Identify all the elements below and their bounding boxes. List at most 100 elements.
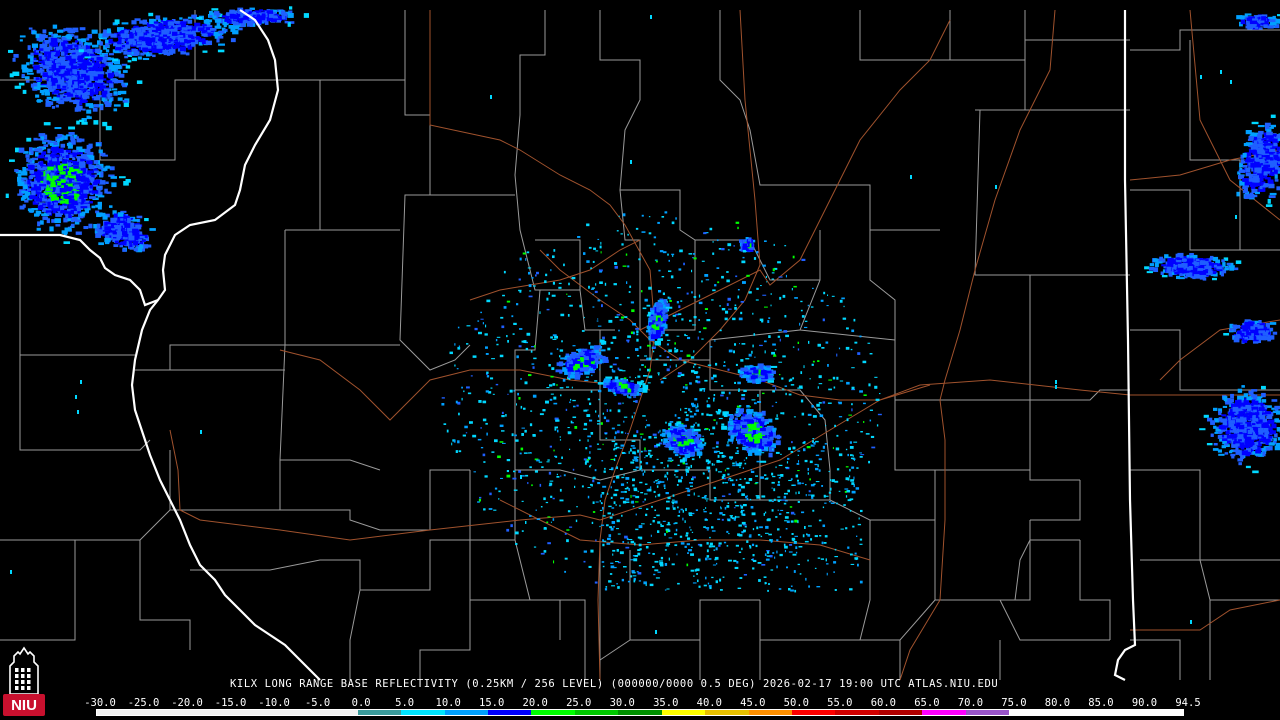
radar-echo-pixel	[37, 221, 41, 227]
radar-echo-pixel	[68, 79, 73, 85]
radar-echo-pixel	[28, 210, 35, 213]
radar-echo-pixel	[101, 85, 106, 89]
radar-echo-pixel	[180, 51, 187, 55]
radar-echo-pixel	[794, 535, 799, 537]
radar-echo-pixel	[112, 88, 118, 91]
radar-echo-pixel	[1222, 438, 1228, 442]
radar-echo-pixel	[704, 379, 708, 382]
radar-echo-pixel	[654, 259, 658, 261]
radar-echo-pixel	[124, 30, 129, 34]
radar-echo-pixel	[112, 230, 117, 235]
radar-echo-pixel	[62, 85, 67, 88]
radar-echo-pixel	[53, 33, 58, 37]
radar-echo-pixel	[104, 226, 112, 231]
radar-echo-pixel	[597, 318, 599, 320]
radar-echo-pixel	[600, 251, 602, 254]
radar-echo-pixel	[807, 467, 810, 471]
radar-echo-pixel	[145, 39, 150, 44]
radar-echo-pixel	[659, 250, 664, 253]
radar-echo-pixel	[79, 101, 83, 106]
radar-echo-pixel	[123, 240, 127, 244]
radar-echo-pixel	[1179, 254, 1184, 258]
radar-echo-pixel	[1245, 330, 1250, 333]
radar-echo-pixel	[66, 65, 71, 69]
radar-echo-pixel	[55, 224, 61, 227]
radar-echo-pixel	[187, 26, 192, 30]
radar-echo-pixel	[1179, 272, 1183, 276]
county-boundary-line	[629, 550, 760, 641]
radar-echo-pixel	[27, 179, 31, 185]
radar-echo-pixel	[704, 274, 709, 277]
radar-map[interactable]	[0, 0, 1280, 720]
radar-echo-pixel	[725, 310, 729, 314]
radar-echo-pixel	[1238, 432, 1243, 435]
radar-echo-pixel	[1257, 169, 1262, 174]
radar-echo-pixel	[1275, 165, 1279, 170]
radar-echo-pixel	[57, 29, 64, 33]
radar-echo-pixel	[14, 169, 19, 172]
radar-echo-pixel	[1261, 423, 1267, 429]
radar-echo-pixel	[836, 502, 838, 505]
radar-echo-pixel	[116, 80, 124, 84]
radar-echo-pixel	[552, 255, 555, 259]
radar-echo-pixel	[118, 73, 125, 78]
radar-echo-pixel	[790, 384, 795, 386]
radar-echo-pixel	[55, 212, 62, 217]
radar-echo-pixel	[1222, 262, 1226, 267]
radar-echo-pixel	[52, 79, 58, 84]
radar-echo-pixel	[542, 409, 546, 412]
radar-echo-pixel	[1264, 143, 1272, 146]
radar-echo-pixel	[136, 80, 143, 84]
radar-echo-pixel	[679, 535, 683, 538]
radar-echo-pixel	[142, 47, 148, 52]
radar-echo-pixel	[43, 47, 51, 52]
radar-echo-pixel	[39, 220, 44, 225]
radar-echo-pixel	[42, 29, 47, 34]
radar-echo-pixel	[261, 13, 266, 17]
radar-echo-pixel	[633, 469, 637, 471]
radar-echo-pixel	[1252, 143, 1258, 147]
radar-echo-pixel	[522, 252, 526, 255]
radar-echo-pixel	[40, 162, 44, 167]
radar-echo-pixel	[64, 92, 71, 96]
radar-echo-pixel	[860, 431, 863, 433]
radar-echo-pixel	[776, 539, 779, 542]
radar-echo-pixel	[733, 507, 736, 509]
radar-echo-pixel	[114, 71, 119, 77]
radar-echo-pixel	[80, 206, 88, 209]
radar-echo-pixel	[627, 265, 630, 268]
radar-echo-pixel	[48, 70, 53, 76]
radar-echo-pixel	[486, 375, 490, 378]
radar-echo-pixel	[528, 374, 532, 377]
radar-echo-pixel	[688, 408, 691, 411]
radar-echo-pixel	[127, 38, 134, 42]
radar-echo-pixel	[1268, 435, 1273, 439]
radar-echo-pixel	[1258, 407, 1265, 411]
radar-echo-pixel	[625, 432, 627, 434]
radar-echo-pixel	[59, 138, 64, 141]
radar-echo-pixel	[125, 65, 131, 69]
radar-echo-pixel	[790, 511, 795, 515]
radar-echo-pixel	[585, 376, 590, 378]
radar-echo-pixel	[84, 148, 91, 154]
radar-echo-pixel	[1238, 169, 1245, 173]
radar-echo-pixel	[51, 219, 55, 223]
radar-echo-pixel	[76, 105, 83, 111]
radar-echo-pixel	[1237, 439, 1242, 442]
radar-echo-pixel	[18, 82, 25, 86]
radar-echo-pixel	[1237, 388, 1243, 393]
radar-echo-pixel	[205, 40, 213, 46]
radar-echo-pixel	[284, 21, 289, 24]
radar-echo-pixel	[49, 154, 56, 157]
radar-echo-pixel	[211, 8, 219, 11]
radar-echo-pixel	[719, 329, 722, 332]
radar-echo-pixel	[119, 245, 123, 248]
radar-echo-pixel	[1217, 449, 1222, 453]
radar-echo-pixel	[1229, 267, 1235, 271]
radar-echo-pixel	[1240, 332, 1245, 337]
radar-echo-pixel	[823, 291, 826, 295]
radar-echo-pixel	[201, 24, 207, 27]
radar-echo-pixel	[86, 115, 90, 120]
radar-echo-pixel	[1245, 130, 1252, 135]
radar-echo-pixel	[55, 104, 59, 108]
